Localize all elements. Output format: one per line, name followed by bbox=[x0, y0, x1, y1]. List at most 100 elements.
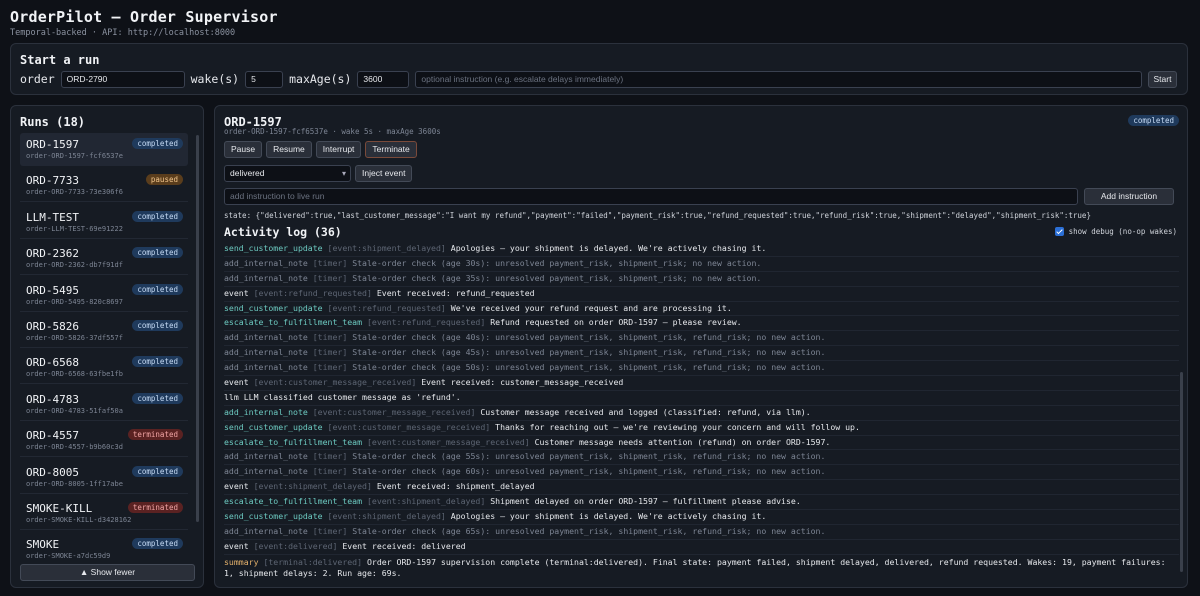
run-item[interactable]: ORD-6568 order-ORD-6568-63fbe1fb completed bbox=[20, 351, 188, 385]
log-entry-kind: event bbox=[224, 540, 249, 551]
log-entry-message: Stale-order check (age 40s): unresolved … bbox=[352, 332, 826, 343]
start-button[interactable]: Start bbox=[1148, 70, 1177, 88]
event-select[interactable]: delivered ▾ bbox=[224, 165, 351, 182]
status-badge: completed bbox=[132, 210, 183, 222]
start-run-panel: Start a run order ORD-2790 wake(s) 5 max… bbox=[10, 43, 1188, 95]
log-entry-message: Stale-order check (age 65s): unresolved … bbox=[352, 525, 826, 536]
runs-panel: Runs (18) ORD-1597 order-ORD-1597-fcf6537… bbox=[10, 105, 204, 588]
log-entry-kind: escalate_to_fulfillment_team bbox=[224, 436, 363, 447]
log-entry: send_customer_update [event:customer_mes… bbox=[224, 421, 1179, 436]
status-badge: completed bbox=[132, 138, 183, 149]
run-item[interactable]: ORD-2362 order-ORD-2362-db7f91df completed bbox=[20, 242, 188, 276]
log-entry-message: Thanks for reaching out — we're reviewin… bbox=[495, 421, 860, 432]
status-badge: completed bbox=[132, 465, 183, 477]
log-entry-message: LLM classified customer message as 'refu… bbox=[243, 391, 461, 402]
start-instruction-input[interactable]: optional instruction (e.g. escalate dela… bbox=[415, 70, 1142, 88]
log-entry-kind: send_customer_update bbox=[224, 243, 323, 253]
log-entry-context: [timer] bbox=[312, 525, 348, 536]
run-item[interactable]: ORD-4783 order-ORD-4783-51faf50a completed bbox=[20, 388, 188, 421]
live-instruction-row: add instruction to live run Add instruct… bbox=[224, 188, 1174, 205]
run-item[interactable]: SMOKE-KILL order-SMOKE-KILL-d3428162 termi… bbox=[20, 497, 188, 530]
run-name: ORD-4783 bbox=[26, 392, 79, 406]
log-entry: add_internal_note [event:customer_messag… bbox=[224, 406, 1179, 421]
log-entry: event [event:shipment_delayed] Event rec… bbox=[224, 480, 1179, 496]
run-id: order-ORD-6568-63fbe1fb bbox=[26, 370, 123, 379]
log-entry-kind: event bbox=[224, 287, 249, 298]
app-title: OrderPilot — Order Supervisor bbox=[10, 8, 278, 26]
log-entry: add_internal_note [timer] Stale-order ch… bbox=[224, 465, 1179, 481]
run-item[interactable]: ORD-7733 order-ORD-7733-73e306f6 paused bbox=[20, 169, 188, 203]
run-list[interactable]: ORD-1597 order-ORD-1597-fcf6537e completed… bbox=[11, 133, 205, 561]
activity-log: send_customer_update [event:shipment_del… bbox=[224, 242, 1179, 584]
log-entry: send_customer_update [event:shipment_del… bbox=[224, 242, 1179, 257]
status-badge: completed bbox=[132, 283, 183, 295]
run-name: ORD-5495 bbox=[26, 283, 79, 297]
run-id: order-ORD-4783-51faf50a bbox=[26, 406, 123, 415]
run-id: order-ORD-5826-37df557f bbox=[26, 334, 123, 342]
run-item[interactable]: ORD-8005 order-ORD-8005-1ff17abe completed bbox=[20, 461, 188, 494]
run-item[interactable]: ORD-5826 order-ORD-5826-37df557f completed bbox=[20, 315, 188, 348]
log-scrollbar[interactable] bbox=[1180, 372, 1183, 572]
log-entry-message: Stale-order check (age 30s): unresolved … bbox=[352, 257, 762, 268]
log-entry-kind: send_customer_update bbox=[224, 421, 323, 432]
show-debug-toggle[interactable]: show debug (no-op wakes) bbox=[1054, 227, 1177, 236]
resume-button[interactable]: Resume bbox=[266, 141, 312, 158]
order-input[interactable]: ORD-2790 bbox=[60, 70, 185, 88]
wake-input[interactable]: 5 bbox=[245, 70, 284, 88]
run-name: SMOKE bbox=[26, 538, 60, 552]
status-badge: paused bbox=[145, 174, 183, 186]
log-entry-message: Stale-order check (age 55s): unresolved … bbox=[352, 451, 826, 462]
log-entry-message: Event received: customer_message_receive… bbox=[421, 377, 624, 388]
log-entry-kind: summary bbox=[224, 556, 259, 567]
show-debug-checkbox[interactable] bbox=[1054, 227, 1064, 236]
log-entry: summary [terminal:delivered] Order ORD-1… bbox=[224, 555, 1179, 579]
run-item[interactable]: ORD-5495 order-ORD-5495-820c8697 completed bbox=[20, 279, 188, 312]
start-run-form: order ORD-2790 wake(s) 5 maxAge(s) 3600 … bbox=[20, 70, 1177, 88]
log-entry-message: We've received your refund request and a… bbox=[450, 302, 732, 313]
wake-label: wake(s) bbox=[190, 72, 240, 86]
log-entry: add_internal_note [timer] Stale-order ch… bbox=[224, 346, 1179, 362]
run-item[interactable]: ORD-4557 order-ORD-4557-b9b60c3d terminate… bbox=[20, 424, 188, 458]
run-id: order-ORD-8005-1ff17abe bbox=[26, 479, 123, 488]
log-entry-context: [timer] bbox=[312, 332, 348, 343]
live-instruction-input[interactable]: add instruction to live run bbox=[224, 188, 1078, 205]
maxage-input[interactable]: 3600 bbox=[357, 70, 410, 88]
status-badge: terminated bbox=[127, 429, 183, 441]
log-entry: escalate_to_fulfillment_team [event:cust… bbox=[224, 436, 1179, 451]
log-entry-message: Stale-order check (age 60s): unresolved … bbox=[352, 466, 826, 477]
log-entry-context: [timer] bbox=[312, 362, 348, 373]
log-entry-kind: add_internal_note bbox=[224, 272, 308, 283]
terminate-button[interactable]: Terminate bbox=[365, 141, 417, 158]
show-fewer-button[interactable]: ▲ Show fewer bbox=[20, 564, 195, 581]
log-entry-kind: send_customer_update bbox=[224, 511, 323, 522]
log-entry: send_customer_update [event:refund_reque… bbox=[224, 302, 1179, 317]
log-entry-kind: send_customer_update bbox=[224, 302, 323, 313]
log-entry-context: [timer] bbox=[312, 272, 348, 283]
run-name: ORD-5826 bbox=[26, 320, 79, 333]
pause-button[interactable]: Pause bbox=[224, 141, 263, 158]
run-item[interactable]: SMOKE order-SMOKE-a7dc59d9 completed bbox=[20, 533, 188, 561]
runs-scrollbar[interactable] bbox=[196, 135, 199, 522]
run-id: order-ORD-4557-b9b60c3d bbox=[26, 443, 123, 452]
run-detail-panel: ORD-1597 order-ORD-1597-fcf6537e · wake … bbox=[214, 105, 1188, 588]
log-entry-kind: add_internal_note bbox=[224, 466, 308, 477]
log-entry-message: Event received: refund_requested bbox=[376, 287, 535, 298]
run-id: order-LLM-TEST-69e91222 bbox=[26, 224, 123, 233]
inject-event-button[interactable]: Inject event bbox=[355, 165, 413, 182]
log-entry-context: [event:shipment_delayed] bbox=[366, 496, 486, 507]
interrupt-button[interactable]: Interrupt bbox=[315, 141, 362, 158]
log-entry-context: [event:customer_message_received] bbox=[253, 377, 417, 388]
log-entry-message: Event received: shipment_delayed bbox=[376, 481, 535, 492]
log-entry-context: [event:shipment_delayed] bbox=[327, 511, 446, 522]
log-entry-context: [event:delivered] bbox=[253, 540, 338, 551]
run-item[interactable]: ORD-1597 order-ORD-1597-fcf6537e completed bbox=[20, 133, 188, 166]
add-instruction-button[interactable]: Add instruction bbox=[1084, 188, 1174, 205]
status-badge: completed bbox=[132, 356, 183, 368]
log-entry-kind: event bbox=[224, 481, 249, 492]
run-id: order-SMOKE-KILL-d3428162 bbox=[26, 516, 132, 524]
log-entry-context: [event:refund_requested] bbox=[366, 317, 486, 328]
run-item[interactable]: LLM-TEST order-LLM-TEST-69e91222 completed bbox=[20, 206, 188, 239]
log-entry-message: Stale-order check (age 50s): unresolved … bbox=[352, 362, 826, 373]
log-entry-context: [event:customer_message_received] bbox=[366, 436, 530, 447]
run-name: ORD-2362 bbox=[26, 247, 79, 261]
